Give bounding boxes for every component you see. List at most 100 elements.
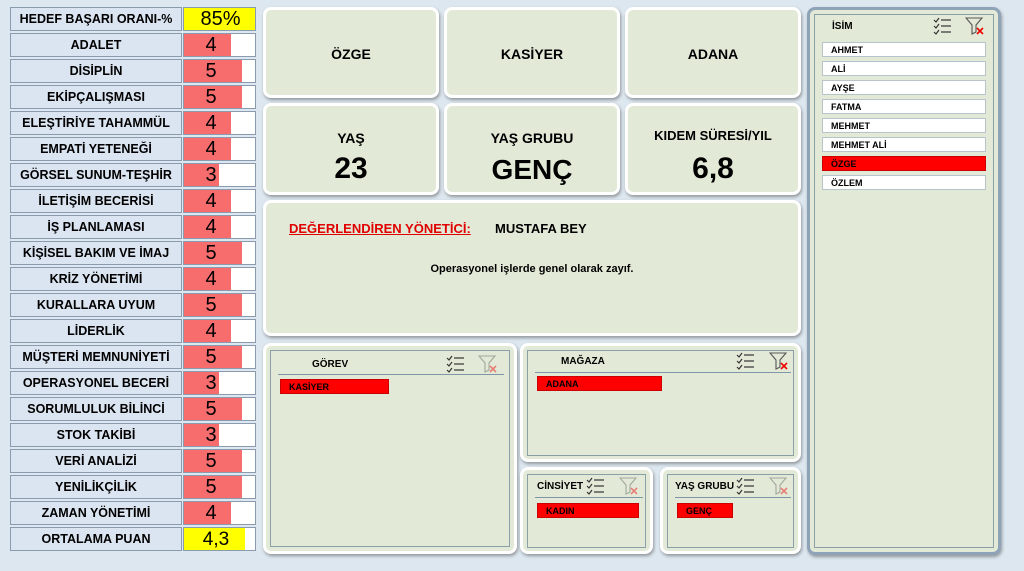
score-value: 5 xyxy=(205,60,217,82)
score-value: 4 xyxy=(205,138,217,160)
score-row: KURALLARA UYUM 5 xyxy=(10,293,256,317)
multi-select-icon[interactable] xyxy=(736,352,756,370)
age-group-value: GENÇ xyxy=(491,154,573,185)
score-cell: 4 xyxy=(183,319,256,343)
score-cell: 5 xyxy=(183,449,256,473)
gorev-item-kasiyer[interactable]: KASİYER xyxy=(280,379,389,394)
isim-item[interactable]: MEHMET ALİ xyxy=(822,137,986,152)
score-value: 3 xyxy=(205,372,217,394)
yas-grubu-slicer-divider xyxy=(675,497,791,498)
gorev-slicer: GÖREV KASİYER xyxy=(263,343,517,554)
score-label: EMPATİ YETENEĞİ xyxy=(10,137,182,161)
multi-select-icon[interactable] xyxy=(586,477,606,495)
score-row: İLETİŞİM BECERİSİ 4 xyxy=(10,189,256,213)
score-value: 3 xyxy=(205,164,217,186)
score-cell: 5 xyxy=(183,397,256,421)
magaza-slicer-divider xyxy=(535,372,791,373)
score-row: EKİPÇALIŞMASI 5 xyxy=(10,85,256,109)
score-label: LİDERLİK xyxy=(10,319,182,343)
score-row: DİSİPLİN 5 xyxy=(10,59,256,83)
yas-grubu-slicer-title: YAŞ GRUBU xyxy=(675,481,735,492)
score-row: YENİLİKÇİLİK 5 xyxy=(10,475,256,499)
clear-filter-icon[interactable] xyxy=(769,352,789,370)
target-success-cell: 85% xyxy=(183,7,256,31)
score-row: KRİZ YÖNETİMİ 4 xyxy=(10,267,256,291)
score-cell: 5 xyxy=(183,475,256,499)
score-value: 4 xyxy=(205,34,217,56)
score-label: İLETİŞİM BECERİSİ xyxy=(10,189,182,213)
score-row: İŞ PLANLAMASI 4 xyxy=(10,215,256,239)
clear-filter-icon[interactable] xyxy=(478,355,498,373)
score-value: 4 xyxy=(205,320,217,342)
isim-slicer: İSİM AHMET ALİ AYŞE FATMA MEHMET MEHMET ALİ ÖZ… xyxy=(807,7,1001,555)
isim-item[interactable]: ÖZGE xyxy=(822,156,986,171)
score-label: ELEŞTİRİYE TAHAMMÜL xyxy=(10,111,182,135)
score-row: ELEŞTİRİYE TAHAMMÜL 4 xyxy=(10,111,256,135)
isim-item[interactable]: ALİ xyxy=(822,61,986,76)
score-cell: 5 xyxy=(183,85,256,109)
clear-filter-icon[interactable] xyxy=(769,477,789,495)
magaza-item-adana[interactable]: ADANA xyxy=(537,376,662,391)
target-success-value: 85% xyxy=(200,8,241,30)
score-cell: 5 xyxy=(183,345,256,369)
score-value: 5 xyxy=(205,346,217,368)
score-value: 5 xyxy=(205,476,217,498)
score-cell: 4 xyxy=(183,111,256,135)
gorev-slicer-divider xyxy=(278,374,504,375)
score-cell: 3 xyxy=(183,423,256,447)
score-label: VERİ ANALİZİ xyxy=(10,449,182,473)
score-label: DİSİPLİN xyxy=(10,59,182,83)
score-row: KİŞİSEL BAKIM VE İMAJ 5 xyxy=(10,241,256,265)
manager-label: DEĞERLENDİREN YÖNETİCİ: xyxy=(289,221,471,236)
employee-role: KASİYER xyxy=(500,46,564,62)
age-group-label: YAŞ GRUBU xyxy=(490,130,574,146)
score-value: 4 xyxy=(205,268,217,290)
manager-panel: DEĞERLENDİREN YÖNETİCİ: MUSTAFA BEY Oper… xyxy=(263,200,801,336)
score-cell: 4 xyxy=(183,137,256,161)
score-row: ZAMAN YÖNETİMİ 4 xyxy=(10,501,256,525)
score-row: OPERASYONEL BECERİ 3 xyxy=(10,371,256,395)
gorev-slicer-title: GÖREV xyxy=(312,359,349,370)
score-cell: 4 xyxy=(183,501,256,525)
yas-grubu-slicer: YAŞ GRUBU GENÇ xyxy=(660,467,801,554)
multi-select-icon[interactable] xyxy=(933,17,953,35)
score-label: YENİLİKÇİLİK xyxy=(10,475,182,499)
score-row: ADALET 4 xyxy=(10,33,256,57)
score-value: 3 xyxy=(205,424,217,446)
score-value: 5 xyxy=(205,294,217,316)
score-cell: 5 xyxy=(183,241,256,265)
score-label: KRİZ YÖNETİMİ xyxy=(10,267,182,291)
isim-item[interactable]: AHMET xyxy=(822,42,986,57)
score-label: OPERASYONEL BECERİ xyxy=(10,371,182,395)
multi-select-icon[interactable] xyxy=(446,355,466,373)
age-value: 23 xyxy=(334,152,368,185)
yas-grubu-item-genc[interactable]: GENÇ xyxy=(677,503,733,518)
score-label: EKİPÇALIŞMASI xyxy=(10,85,182,109)
score-cell: 3 xyxy=(183,371,256,395)
isim-item[interactable]: AYŞE xyxy=(822,80,986,95)
clear-filter-icon[interactable] xyxy=(965,17,985,35)
clear-filter-icon[interactable] xyxy=(619,477,639,495)
score-cell: 4 xyxy=(183,33,256,57)
score-row: STOK TAKİBİ 3 xyxy=(10,423,256,447)
employee-city: ADANA xyxy=(687,46,739,62)
cinsiyet-item-kadin[interactable]: KADIN xyxy=(537,503,639,518)
isim-item[interactable]: MEHMET xyxy=(822,118,986,133)
age-group-panel: YAŞ GRUBU GENÇ xyxy=(444,103,620,195)
score-label: SORUMLULUK BİLİNCİ xyxy=(10,397,182,421)
score-cell: 4 xyxy=(183,189,256,213)
isim-item[interactable]: ÖZLEM xyxy=(822,175,986,190)
score-cell: 5 xyxy=(183,59,256,83)
age-label: YAŞ xyxy=(337,130,365,146)
isim-slicer-title: İSİM xyxy=(832,21,853,32)
magaza-slicer: MAĞAZA ADANA xyxy=(520,343,801,462)
isim-item[interactable]: FATMA xyxy=(822,99,986,114)
score-label: ZAMAN YÖNETİMİ xyxy=(10,501,182,525)
score-value: 5 xyxy=(205,398,217,420)
score-label: ADALET xyxy=(10,33,182,57)
average-score-value: 4,3 xyxy=(202,529,230,550)
multi-select-icon[interactable] xyxy=(736,477,756,495)
seniority-panel: KIDEM SÜRESİ/YIL 6,8 xyxy=(625,103,801,195)
manager-name: MUSTAFA BEY xyxy=(495,221,587,236)
score-value: 4 xyxy=(205,112,217,134)
